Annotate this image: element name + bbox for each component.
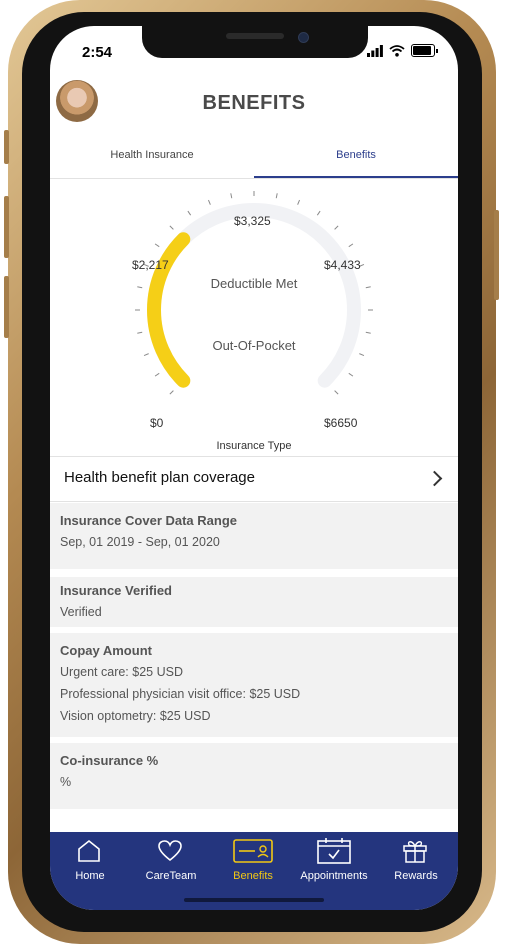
gauge-tick [207, 199, 211, 205]
volume-up-button [4, 196, 9, 258]
chevron-right-icon [426, 470, 443, 487]
speaker [226, 33, 284, 39]
gauge-tick [348, 243, 354, 248]
tick-label-min: $0 [150, 416, 164, 430]
gauge-tick [334, 225, 339, 230]
insurance-verified-title: Insurance Verified [60, 583, 172, 598]
insurance-verified-value: Verified [60, 605, 102, 619]
front-camera [298, 32, 309, 43]
gauge-tick [169, 225, 174, 230]
deductible-met-label: Deductible Met [210, 276, 298, 291]
nav-appointments[interactable]: Appointments [294, 836, 374, 886]
gauge-tick [359, 353, 365, 357]
tab-bar: Health Insurance Benefits [50, 138, 458, 179]
nav-rewards-label: Rewards [394, 870, 438, 882]
gauge-tick [137, 331, 143, 334]
gauge-tick [275, 193, 278, 199]
side-button [494, 210, 499, 300]
coinsurance-title: Co-insurance % [60, 753, 159, 768]
volume-down-button [4, 276, 9, 338]
notch [142, 26, 368, 58]
tick-label-3325: $3,325 [234, 214, 271, 228]
nav-rewards[interactable]: Rewards [376, 836, 456, 886]
nav-careteam-label: CareTeam [145, 870, 197, 882]
bottom-nav: Home CareTeam Benefits Appointments Rewa… [50, 832, 458, 910]
cover-range-value: Sep, 01 2019 - Sep, 01 2020 [60, 535, 220, 549]
gauge-tick [316, 210, 321, 216]
insurance-verified-card: Insurance Verified Verified [50, 569, 458, 635]
home-indicator [184, 898, 324, 902]
nav-home[interactable]: Home [50, 836, 130, 886]
tick-label-4433: $4,433 [324, 258, 361, 272]
status-time: 2:54 [82, 44, 113, 61]
out-of-pocket-label: Out-Of-Pocket [212, 338, 296, 353]
calendar-icon [317, 838, 351, 864]
tick-label-2217: $2,217 [132, 258, 169, 272]
nav-appointments-label: Appointments [300, 870, 368, 882]
deductible-gauge: $0 $2,217 $3,325 $4,433 $6650 Deductible… [50, 180, 458, 460]
app-screen: 2:54 BENEFITS Health Insurance Benefits … [50, 26, 458, 910]
status-icons [367, 44, 438, 57]
active-tab-indicator [254, 176, 458, 178]
gauge-tick [169, 390, 174, 395]
gauge-tick [334, 390, 339, 395]
nav-home-label: Home [75, 870, 105, 882]
battery-tip [436, 48, 438, 53]
copay-line: Professional physician visit office: $25… [60, 687, 301, 701]
tab-benefits[interactable]: Benefits [254, 138, 458, 178]
gauge-tick [348, 372, 354, 377]
tick-label-max: $6650 [324, 416, 358, 430]
copay-card: Copay Amount Urgent care: $25 USD Profes… [50, 627, 458, 739]
gauge-tick [297, 199, 301, 205]
copay-title: Copay Amount [60, 643, 152, 658]
gauge-tick [154, 243, 160, 248]
card-icon [233, 839, 273, 863]
tab-health-insurance[interactable]: Health Insurance [50, 138, 254, 178]
gift-icon [403, 841, 427, 863]
coinsurance-value: % [60, 775, 72, 789]
gauge-tick [154, 372, 160, 377]
plan-coverage-label: Health benefit plan coverage [64, 469, 255, 486]
copay-line: Vision optometry: $25 USD [60, 709, 211, 723]
cover-range-title: Insurance Cover Data Range [60, 513, 238, 528]
signal-icon [367, 44, 383, 57]
wifi-icon [389, 44, 405, 57]
page-title: BENEFITS [202, 92, 306, 114]
nav-careteam[interactable]: CareTeam [131, 836, 211, 886]
gauge-tick [230, 193, 233, 199]
cover-range-card: Insurance Cover Data Range Sep, 01 2019 … [50, 503, 458, 569]
plan-coverage-row[interactable]: Health benefit plan coverage [50, 456, 458, 502]
heart-icon [158, 840, 182, 862]
gauge-tick [143, 353, 149, 357]
coinsurance-card: Co-insurance % % [50, 737, 458, 809]
insurance-type-label: Insurance Type [216, 440, 292, 452]
battery-icon [411, 44, 435, 57]
home-icon [78, 839, 100, 862]
nav-benefits-label: Benefits [233, 870, 273, 882]
gauge-tick [187, 210, 192, 216]
gauge-tick [365, 331, 371, 334]
nav-benefits[interactable]: Benefits [213, 836, 293, 886]
mute-switch [4, 130, 9, 164]
copay-line: Urgent care: $25 USD [60, 665, 183, 679]
